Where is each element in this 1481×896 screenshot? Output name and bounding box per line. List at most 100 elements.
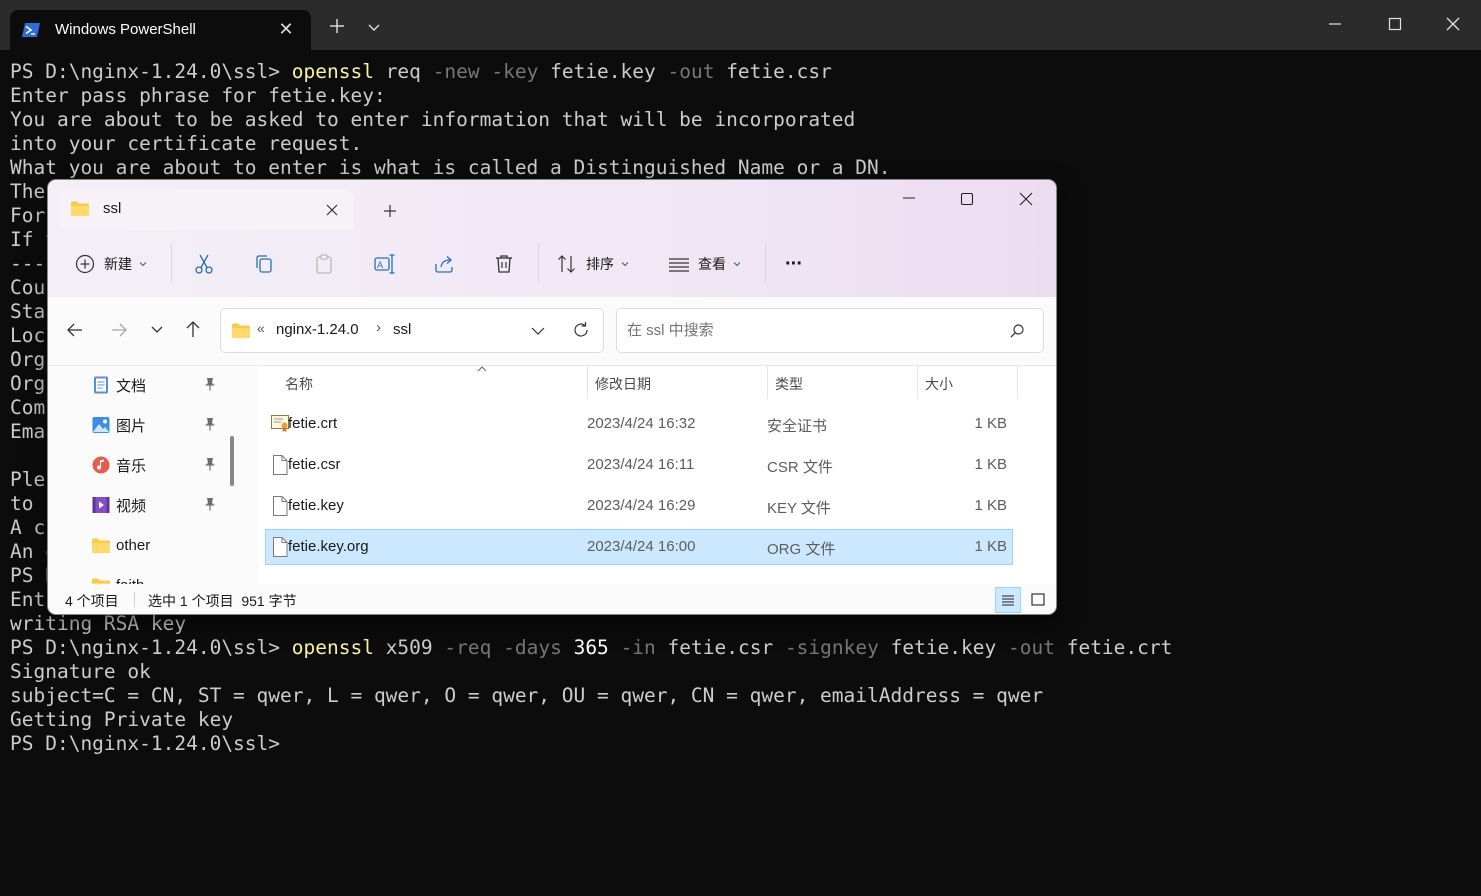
maximize-icon[interactable] xyxy=(1382,12,1408,36)
column-divider[interactable] xyxy=(587,366,588,399)
nav-item-faith[interactable]: faith xyxy=(91,574,144,584)
cut-button[interactable] xyxy=(192,253,216,275)
up-arrow-icon[interactable] xyxy=(183,319,203,339)
address-history-chevron-icon[interactable] xyxy=(530,323,546,339)
file-explorer-window[interactable]: ssl 新建 A 排序 查看 ··· « nginx-1.24.0 › ssl … xyxy=(48,180,1056,614)
certificate-icon xyxy=(270,413,290,437)
column-header-modified[interactable]: 修改日期 xyxy=(595,374,651,394)
column-divider[interactable] xyxy=(767,366,768,399)
folder-icon xyxy=(71,201,89,216)
column-header-type[interactable]: 类型 xyxy=(775,374,803,394)
share-button[interactable] xyxy=(432,253,456,275)
nav-item-label: 文档 xyxy=(116,377,147,395)
navigation-pane[interactable]: 文档图片音乐视频 other faith xyxy=(48,366,244,584)
file-row[interactable]: fetie.key.org 2023/4/24 16:00 ORG 文件 1 KB xyxy=(265,529,1013,565)
forward-arrow-icon[interactable] xyxy=(109,320,129,340)
videos-icon xyxy=(91,495,113,515)
terminal-text: You are about to be asked to enter infor… xyxy=(10,108,856,131)
file-name: fetie.crt xyxy=(288,415,338,432)
terminal-text: -key xyxy=(491,60,539,83)
terminal-text: Ple xyxy=(10,468,46,491)
copy-icon xyxy=(256,255,272,273)
file-icon xyxy=(270,536,290,562)
delete-button[interactable] xyxy=(492,253,516,275)
more-options-button[interactable]: ··· xyxy=(785,253,803,275)
back-arrow-icon[interactable] xyxy=(65,320,85,340)
chevron-down-icon xyxy=(139,262,147,267)
selection-info: 选中 1 个项目 951 字节 xyxy=(148,593,297,609)
rename-button[interactable]: A xyxy=(372,253,396,275)
sort-button[interactable]: 排序 xyxy=(556,253,630,275)
breadcrumb-nginx[interactable]: nginx-1.24.0 xyxy=(276,321,359,338)
file-list[interactable]: 名称 修改日期 类型 大小 fetie.crt 2023/4/24 16:32 安全… xyxy=(258,366,1056,584)
explorer-tab[interactable]: ssl xyxy=(60,189,354,230)
file-modified: 2023/4/24 16:00 xyxy=(587,538,696,555)
chevron-down-icon xyxy=(621,262,629,267)
pin-icon[interactable] xyxy=(204,377,216,394)
details-view-button[interactable] xyxy=(995,587,1021,613)
terminal-text: fetie.key xyxy=(878,636,1008,659)
nav-item-文档[interactable]: 文档 xyxy=(91,374,146,396)
file-row[interactable]: fetie.csr 2023/4/24 16:11 CSR 文件 1 KB xyxy=(266,448,1012,482)
breadcrumb-ssl[interactable]: ssl xyxy=(393,321,411,338)
toolbar-divider xyxy=(538,243,539,283)
column-divider[interactable] xyxy=(917,366,918,399)
explorer-close-icon[interactable] xyxy=(1006,188,1046,210)
terminal-text: Ent xyxy=(10,588,46,611)
terminal-text: -out xyxy=(667,60,715,83)
pin-icon[interactable] xyxy=(204,497,216,514)
tab-dropdown-chevron-icon[interactable] xyxy=(364,18,384,38)
new-button[interactable]: 新建 xyxy=(74,253,148,275)
terminal-text: Com xyxy=(10,396,46,419)
view-list-icon xyxy=(669,258,689,272)
new-tab-plus-icon[interactable] xyxy=(382,203,398,219)
pin-icon[interactable] xyxy=(204,457,216,474)
nav-item-label: 图片 xyxy=(116,417,147,435)
nav-item-图片[interactable]: 图片 xyxy=(91,414,146,436)
terminal-text: Org xyxy=(10,348,46,371)
terminal-text: x509 xyxy=(373,636,445,659)
explorer-maximize-icon[interactable] xyxy=(947,188,987,210)
address-bar[interactable]: « nginx-1.24.0 › ssl xyxy=(220,308,604,353)
file-row[interactable]: fetie.key 2023/4/24 16:29 KEY 文件 1 KB xyxy=(266,489,1012,523)
nav-item-视频[interactable]: 视频 xyxy=(91,494,146,516)
tab-title: Windows PowerShell xyxy=(55,21,196,38)
close-window-icon[interactable] xyxy=(1440,12,1466,36)
powershell-tab[interactable]: Windows PowerShell ✕ xyxy=(10,10,311,50)
recent-locations-chevron-icon[interactable] xyxy=(149,322,165,338)
music-icon xyxy=(91,455,113,475)
item-count: 4 个项目 xyxy=(65,593,119,609)
paste-button[interactable] xyxy=(312,253,336,275)
share-icon xyxy=(435,256,453,273)
search-input[interactable] xyxy=(625,318,989,342)
terminal-text: For xyxy=(10,204,46,227)
search-box[interactable] xyxy=(616,308,1044,353)
copy-button[interactable] xyxy=(252,253,276,275)
file-type: KEY 文件 xyxy=(767,500,831,517)
explorer-minimize-icon[interactable] xyxy=(889,188,929,210)
new-tab-plus-icon[interactable] xyxy=(325,14,349,38)
search-icon[interactable] xyxy=(1008,322,1026,340)
file-row[interactable]: fetie.crt 2023/4/24 16:32 安全证书 1 KB xyxy=(266,407,1012,441)
explorer-tab-title: ssl xyxy=(103,200,122,217)
tab-close-icon[interactable]: ✕ xyxy=(276,19,296,41)
column-header-name[interactable]: 名称 xyxy=(285,374,313,394)
refresh-icon[interactable] xyxy=(571,320,591,340)
terminal-text: Sta xyxy=(10,300,46,323)
file-name: fetie.key.org xyxy=(288,538,369,555)
nav-item-音乐[interactable]: 音乐 xyxy=(91,454,146,476)
terminal-titlebar: Windows PowerShell ✕ xyxy=(0,0,1481,50)
nav-item-other[interactable]: other xyxy=(91,534,150,556)
column-divider[interactable] xyxy=(1017,366,1018,399)
pin-icon[interactable] xyxy=(204,417,216,434)
view-button[interactable]: 查看 xyxy=(668,253,742,275)
close-tab-icon[interactable] xyxy=(325,203,339,217)
toolbar-divider xyxy=(765,243,766,283)
column-header-size[interactable]: 大小 xyxy=(925,374,953,394)
nav-scrollbar[interactable] xyxy=(230,436,234,486)
minimize-icon[interactable] xyxy=(1322,12,1348,36)
address-overflow-icon[interactable]: « xyxy=(257,320,265,336)
terminal-text: PS D:\nginx-1.24.0\ssl> xyxy=(10,60,292,83)
tiles-view-button[interactable] xyxy=(1025,587,1051,613)
